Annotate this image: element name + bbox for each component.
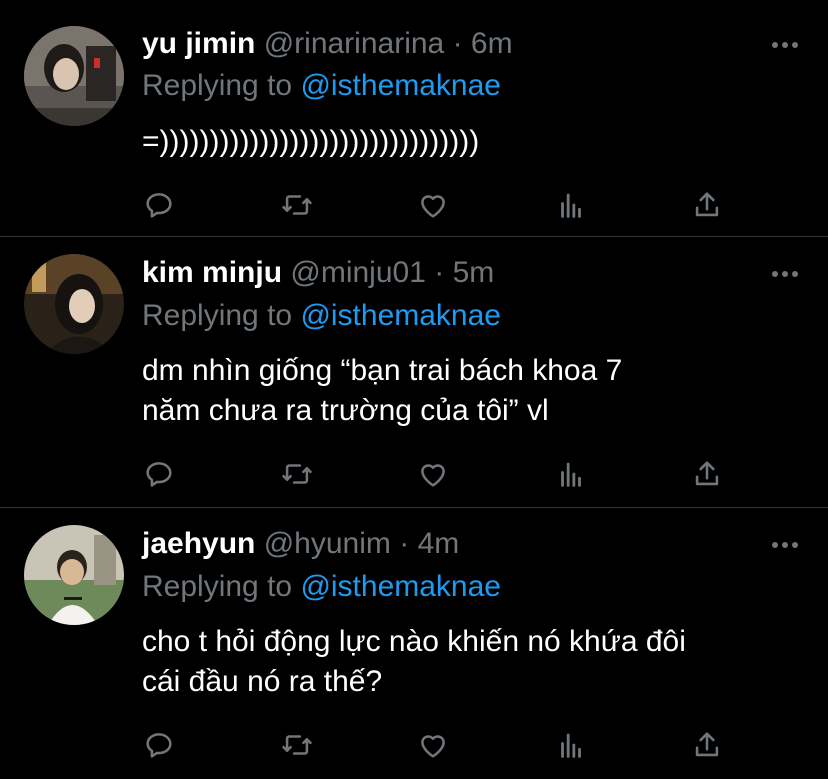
timestamp[interactable]: 4m <box>418 527 460 560</box>
analytics-icon[interactable] <box>554 728 588 762</box>
like-icon[interactable] <box>416 457 450 491</box>
more-icon[interactable] <box>772 40 798 50</box>
tweet-text-line: cho t hỏi động lực nào khiến nó khứa đôi <box>142 625 686 658</box>
display-name[interactable]: jaehyun <box>142 527 255 560</box>
share-icon[interactable] <box>690 728 724 762</box>
timestamp[interactable]: 6m <box>471 27 513 60</box>
separator: · <box>399 527 410 560</box>
tweet-text: dm nhìn giống “bạn trai bách khoa 7 năm … <box>142 351 812 431</box>
action-bar <box>142 457 722 491</box>
share-icon[interactable] <box>690 188 724 222</box>
replying-prefix: Replying to <box>142 69 301 102</box>
retweet-icon[interactable] <box>280 728 314 762</box>
replying-to: Replying to @isthemaknae <box>142 66 501 106</box>
more-icon[interactable] <box>772 269 798 279</box>
reply-icon[interactable] <box>142 728 176 762</box>
tweet[interactable]: yu jimin @rinarinarina · 6m Replying to … <box>0 0 828 237</box>
retweet-icon[interactable] <box>280 188 314 222</box>
display-name[interactable]: yu jimin <box>142 27 255 60</box>
replying-to: Replying to @isthemaknae <box>142 567 501 607</box>
tweet-text-line: dm nhìn giống “bạn trai bách khoa 7 <box>142 354 623 387</box>
share-icon[interactable] <box>690 457 724 491</box>
retweet-icon[interactable] <box>280 457 314 491</box>
tweet-header: jaehyun @hyunim · 4m <box>142 524 459 564</box>
tweet[interactable]: jaehyun @hyunim · 4m Replying to @isthem… <box>0 508 828 779</box>
reply-icon[interactable] <box>142 457 176 491</box>
user-handle[interactable]: @rinarinarina <box>264 27 445 60</box>
tweet-text-line: năm chưa ra trường của tôi” vl <box>142 394 549 427</box>
analytics-icon[interactable] <box>554 188 588 222</box>
like-icon[interactable] <box>416 188 450 222</box>
mention-link[interactable]: @isthemaknae <box>300 570 501 603</box>
mention-link[interactable]: @isthemaknae <box>300 69 501 102</box>
tweet-text-line: cái đầu nó ra thế? <box>142 665 383 698</box>
tweet-header: yu jimin @rinarinarina · 6m <box>142 24 513 64</box>
replying-prefix: Replying to <box>142 299 301 332</box>
mention-link[interactable]: @isthemaknae <box>300 299 501 332</box>
separator: · <box>434 256 445 289</box>
like-icon[interactable] <box>416 728 450 762</box>
user-handle[interactable]: @hyunim <box>264 527 391 560</box>
action-bar <box>142 188 722 222</box>
display-name[interactable]: kim minju <box>142 256 282 289</box>
tweet-text-line: =)))))))))))))))))))))))))))))))) <box>142 125 480 158</box>
user-handle[interactable]: @minju01 <box>290 256 426 289</box>
avatar[interactable] <box>24 525 124 625</box>
reply-icon[interactable] <box>142 188 176 222</box>
replying-to: Replying to @isthemaknae <box>142 296 501 336</box>
tweet-text: =)))))))))))))))))))))))))))))))) <box>142 122 812 162</box>
tweet-header: kim minju @minju01 · 5m <box>142 253 494 293</box>
separator: · <box>452 27 463 60</box>
tweet[interactable]: kim minju @minju01 · 5m Replying to @ist… <box>0 237 828 508</box>
reply-feed: yu jimin @rinarinarina · 6m Replying to … <box>0 0 828 779</box>
avatar[interactable] <box>24 26 124 126</box>
replying-prefix: Replying to <box>142 570 301 603</box>
analytics-icon[interactable] <box>554 457 588 491</box>
more-icon[interactable] <box>772 540 798 550</box>
action-bar <box>142 728 722 762</box>
avatar[interactable] <box>24 254 124 354</box>
timestamp[interactable]: 5m <box>453 256 495 289</box>
tweet-text: cho t hỏi động lực nào khiến nó khứa đôi… <box>142 622 812 702</box>
